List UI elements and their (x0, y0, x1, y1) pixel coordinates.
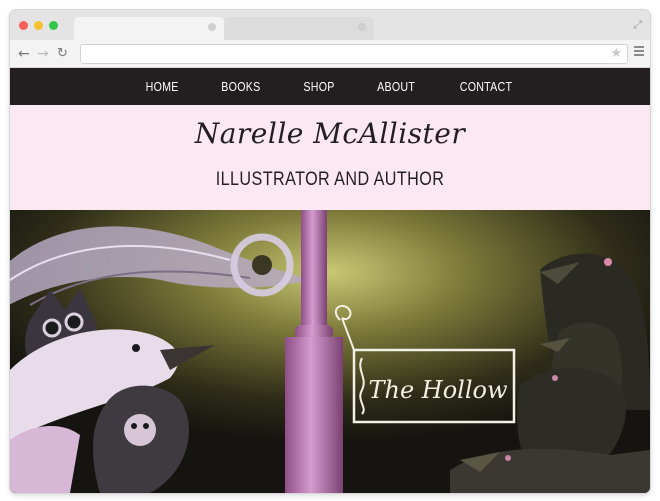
zoom-window-button[interactable] (49, 21, 58, 30)
expand-icon[interactable]: ⤢ (633, 18, 642, 32)
browser-window: ⤢ ← → ↻ ★ HOME BOOKS SHOP ABOUT CONTACT … (10, 10, 650, 493)
sign-text: The Hollow (368, 376, 507, 404)
nav-link-contact[interactable]: CONTACT (460, 68, 512, 105)
browser-tab-inactive[interactable] (224, 17, 374, 40)
nav-link-shop[interactable]: SHOP (303, 68, 334, 105)
forward-arrow-icon[interactable]: → (37, 45, 49, 63)
browser-toolbar: ← → ↻ ★ (10, 40, 650, 68)
hero-illustration: The Hollow (10, 210, 650, 493)
the-hollow-illustration: The Hollow (10, 210, 650, 493)
close-window-button[interactable] (19, 21, 28, 30)
site-header: Narelle McAllister ILLUSTRATOR AND AUTHO… (10, 105, 650, 210)
star-icon[interactable]: ★ (610, 46, 622, 61)
tab-close-icon[interactable] (208, 23, 216, 31)
tab-close-icon[interactable] (358, 23, 366, 31)
site-title[interactable]: Narelle McAllister (10, 117, 650, 150)
nav-link-home[interactable]: HOME (145, 68, 178, 105)
minimize-window-button[interactable] (34, 21, 43, 30)
menu-icon[interactable] (634, 46, 644, 58)
site-navigation: HOME BOOKS SHOP ABOUT CONTACT (10, 68, 650, 105)
site-tagline: ILLUSTRATOR AND AUTHOR (215, 169, 445, 190)
web-page: HOME BOOKS SHOP ABOUT CONTACT Narelle Mc… (10, 68, 650, 493)
browser-titlebar: ⤢ (10, 10, 650, 40)
browser-tab-active[interactable] (74, 17, 224, 40)
nav-link-about[interactable]: ABOUT (377, 68, 415, 105)
nav-link-books[interactable]: BOOKS (221, 68, 260, 105)
address-bar[interactable]: ★ (80, 44, 628, 64)
back-arrow-icon[interactable]: ← (18, 45, 30, 63)
reload-icon[interactable]: ↻ (57, 45, 68, 63)
